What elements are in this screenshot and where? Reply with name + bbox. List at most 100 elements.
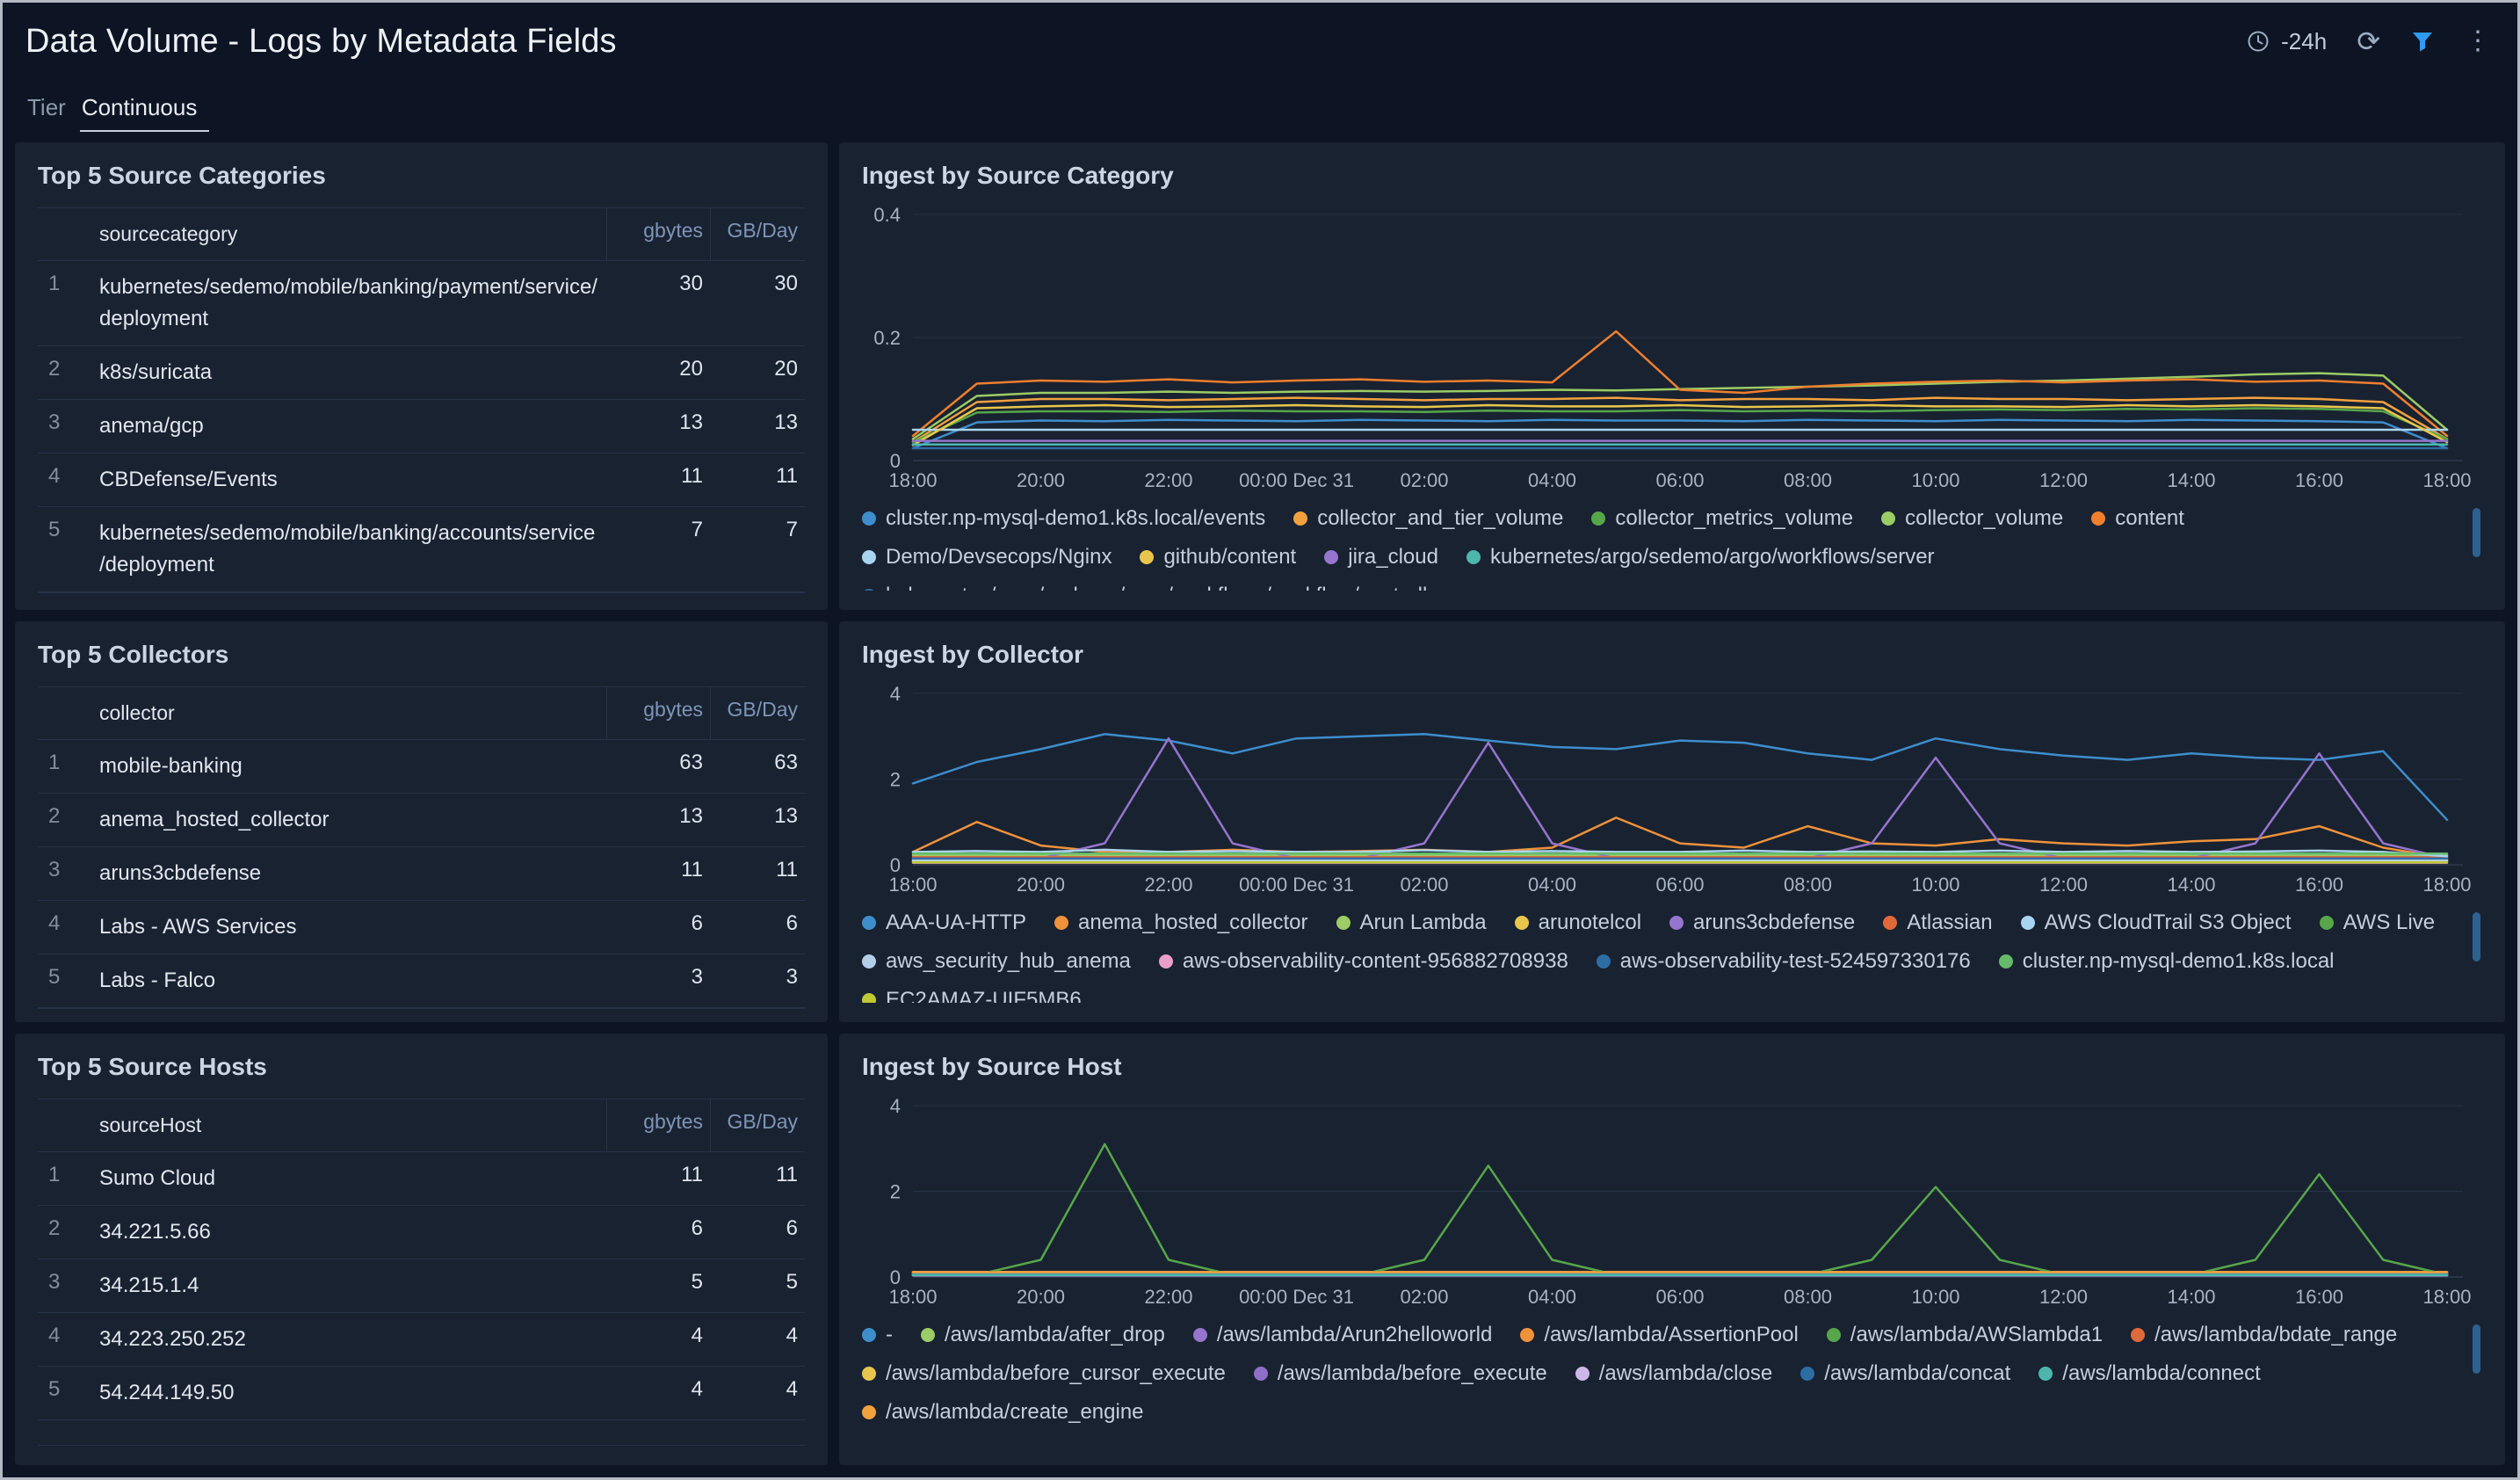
column-header[interactable]: sourceHost	[89, 1099, 606, 1151]
legend-item[interactable]: collector_metrics_volume	[1591, 506, 1853, 531]
ingest-by-source-host-chart[interactable]: 0 2 4 18:00 20:00 22:00 00:00 Dec 31 02:00 04:00…	[862, 1095, 2482, 1310]
svg-text:18:00: 18:00	[888, 1286, 937, 1308]
legend-label: /aws/lambda/AssertionPool	[1544, 1323, 1799, 1346]
refresh-icon[interactable]: ⟳	[2357, 27, 2380, 55]
svg-text:10:00: 10:00	[1911, 874, 1959, 896]
legend-item[interactable]: /aws/lambda/AWSlambda1	[1826, 1323, 2104, 1347]
legend-item[interactable]: AWS Live	[2319, 910, 2435, 935]
legend-item[interactable]: /aws/lambda/Arun2helloworld	[1192, 1323, 1493, 1347]
legend-item[interactable]: /aws/lambda/bdate_range	[2131, 1323, 2397, 1347]
legend-item[interactable]: EC2AMAZ-UIF5MB6	[862, 988, 1082, 1003]
legend-color-dot	[862, 993, 876, 1003]
legend-item[interactable]: /aws/lambda/connect	[2038, 1361, 2261, 1386]
legend-item[interactable]: /aws/lambda/create_engine	[862, 1400, 1144, 1425]
row-rank: 5	[48, 964, 61, 989]
legend-item[interactable]: aws-observability-test-524597330176	[1596, 949, 1971, 974]
column-header[interactable]: collector	[89, 687, 606, 739]
row-rank: 2	[48, 356, 61, 381]
legend-item[interactable]: Demo/Devsecops/Nginx	[862, 545, 1112, 570]
legend-scrollbar[interactable]	[2473, 1324, 2480, 1374]
legend-item[interactable]: Arun Lambda	[1336, 910, 1487, 935]
kebab-menu-icon[interactable]: ⋮	[2465, 28, 2491, 54]
svg-text:08:00: 08:00	[1784, 874, 1832, 896]
svg-text:0.4: 0.4	[873, 204, 901, 226]
legend-item[interactable]: content	[2091, 506, 2184, 531]
column-header[interactable]: gbytes	[606, 208, 710, 260]
legend-item[interactable]: /aws/lambda/close	[1575, 1361, 1772, 1386]
tier-filter-select[interactable]: Continuous	[79, 94, 210, 132]
legend-item[interactable]: /aws/lambda/before_execute	[1253, 1361, 1547, 1386]
legend-item[interactable]: Atlassian	[1883, 910, 1993, 935]
row-rank: 3	[48, 410, 61, 434]
table-row[interactable]: 1 kubernetes/sedemo/mobile/banking/paymen…	[38, 261, 805, 346]
legend-item[interactable]: cluster.np-mysql-demo1.k8s.local/events	[862, 506, 1265, 531]
legend-label: cluster.np-mysql-demo1.k8s.local/events	[886, 506, 1266, 530]
time-range-button[interactable]: -24h	[2246, 28, 2327, 55]
legend-item[interactable]: jira_cloud	[1324, 545, 1438, 570]
legend-item[interactable]: /aws/lambda/AssertionPool	[1520, 1323, 1799, 1347]
legend-item[interactable]: AWS CloudTrail S3 Object	[2020, 910, 2292, 935]
column-header[interactable]: sourcecategory	[89, 208, 606, 260]
legend-label: EC2AMAZ-UIF5MB6	[886, 988, 1082, 1003]
svg-text:14:00: 14:00	[2167, 1286, 2215, 1308]
svg-text:02:00: 02:00	[1400, 1286, 1448, 1308]
table-row[interactable]: 2 anema_hosted_collector 13 13	[38, 794, 805, 847]
legend-item[interactable]: aws_security_hub_anema	[862, 949, 1131, 974]
table-row[interactable]: 2 34.221.5.66 6 6	[38, 1206, 805, 1259]
column-header[interactable]: GB/Day	[710, 208, 805, 260]
legend-item[interactable]: -	[862, 1323, 893, 1347]
legend-item[interactable]: github/content	[1140, 545, 1296, 570]
legend-item[interactable]: AAA-UA-HTTP	[862, 910, 1026, 935]
panel-title: Ingest by Collector	[862, 641, 1084, 668]
table-row[interactable]: 5 Labs - Falco 3 3	[38, 954, 805, 1008]
column-header[interactable]: GB/Day	[710, 687, 805, 739]
legend-item[interactable]: /aws/lambda/after_drop	[921, 1323, 1165, 1347]
rank-column-header	[38, 1099, 89, 1151]
legend-label: /aws/lambda/AWSlambda1	[1850, 1323, 2104, 1346]
table-row[interactable]: 2 k8s/suricata 20 20	[38, 346, 805, 400]
legend-item[interactable]: collector_volume	[1881, 506, 2063, 531]
source-categories-table: sourcecategory gbytes GB/Day 1 kubernetes/se…	[38, 207, 805, 593]
svg-text:18:00: 18:00	[2422, 874, 2471, 896]
table-row[interactable]: 1 Sumo Cloud 11 11	[38, 1152, 805, 1206]
row-name: CBDefense/Events	[99, 467, 278, 491]
legend-item[interactable]: arunotelcol	[1514, 910, 1641, 935]
table-row[interactable]: 5 kubernetes/sedemo/mobile/banking/accoun…	[38, 507, 805, 592]
column-header[interactable]: gbytes	[606, 1099, 710, 1151]
line-chart-canvas[interactable]: 00.20.418:00 20:00 22:00 00:00 Dec 31 02:00 0…	[862, 204, 2482, 494]
svg-text:12:00: 12:00	[2039, 874, 2088, 896]
legend-item[interactable]: aruns3cbdefense	[1669, 910, 1855, 935]
ingest-by-collector-chart[interactable]: 0 2 4 18:00 20:00 22:00 00:00 Dec 31 02:00 04:00…	[862, 683, 2482, 898]
rank-column-header	[38, 208, 89, 260]
legend-scrollbar[interactable]	[2473, 912, 2480, 961]
svg-text:4: 4	[890, 1095, 901, 1117]
legend-item[interactable]: kubernetes/argo/sedemo/argo/workflows/se…	[1466, 545, 1935, 570]
legend-item[interactable]: collector_and_tier_volume	[1293, 506, 1563, 531]
ingest-by-source-category-chart[interactable]: 0 0.2 0.4 18:00 20:00 22:00 00:00 Dec 31 02:00 0…	[862, 204, 2482, 494]
legend-item[interactable]: cluster.np-mysql-demo1.k8s.local	[1998, 949, 2335, 974]
table-row[interactable]: 1 mobile-banking 63 63	[38, 740, 805, 794]
legend-item[interactable]: anema_hosted_collector	[1054, 910, 1308, 935]
table-row[interactable]: 3 anema/gcp 13 13	[38, 400, 805, 453]
row-gbday: 30	[774, 271, 798, 295]
line-chart-canvas[interactable]: 02418:00 20:00 22:00 00:00 Dec 31 02:00 04:00…	[862, 1095, 2482, 1310]
column-header[interactable]: gbytes	[606, 687, 710, 739]
table-row[interactable]: 4 34.223.250.252 4 4	[38, 1313, 805, 1367]
legend-scrollbar[interactable]	[2473, 508, 2480, 557]
column-header[interactable]: GB/Day	[710, 1099, 805, 1151]
legend-item[interactable]: kubernetes/argo/sedemo/argo/workflows/wo…	[862, 584, 1446, 591]
table-row[interactable]: 3 aruns3cbdefense 11 11	[38, 847, 805, 901]
legend-item[interactable]: /aws/lambda/concat	[1800, 1361, 2010, 1386]
table-row[interactable]: 4 Labs - AWS Services 6 6	[38, 901, 805, 954]
legend-label: AAA-UA-HTTP	[886, 910, 1027, 934]
table-row[interactable]: 5 54.244.149.50 4 4	[38, 1367, 805, 1420]
line-chart-canvas[interactable]: 02418:00 20:00 22:00 00:00 Dec 31 02:00 04:00…	[862, 683, 2482, 898]
table-row[interactable]: 3 34.215.1.4 5 5	[38, 1259, 805, 1313]
legend-label: /aws/lambda/before_cursor_execute	[886, 1361, 1226, 1385]
filter-icon[interactable]	[2410, 29, 2435, 54]
legend-item[interactable]: /aws/lambda/before_cursor_execute	[862, 1361, 1226, 1386]
legend-color-dot	[2038, 1367, 2053, 1381]
legend-label: /aws/lambda/Arun2helloworld	[1216, 1323, 1493, 1346]
table-row[interactable]: 4 CBDefense/Events 11 11	[38, 453, 805, 507]
legend-item[interactable]: aws-observability-content-956882708938	[1158, 949, 1568, 974]
